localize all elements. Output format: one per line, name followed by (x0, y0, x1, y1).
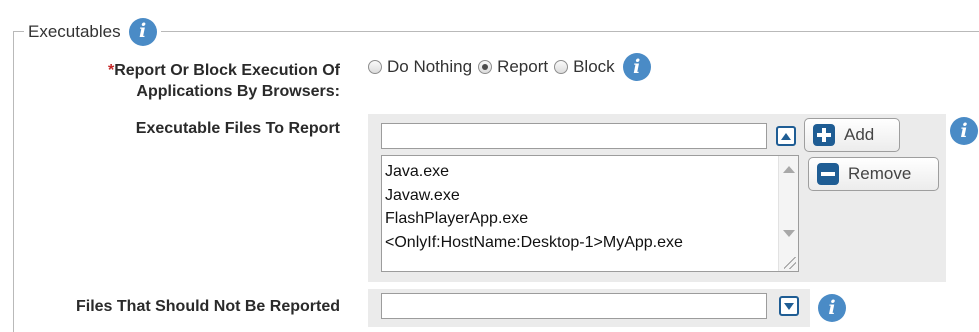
report-or-block-radio-group: Do Nothing Report Block i (368, 53, 651, 81)
remove-button-label: Remove (848, 164, 912, 183)
expand-list-button[interactable] (779, 296, 799, 316)
info-icon[interactable]: i (622, 53, 651, 81)
list-item[interactable]: Java.exe (382, 160, 683, 184)
report-or-block-label: *Report Or Block Execution Of Applicatio… (40, 60, 340, 102)
info-icon[interactable]: i (128, 17, 157, 46)
radio-block-label[interactable]: Block (573, 57, 615, 77)
collapse-list-button[interactable] (776, 126, 796, 146)
list-items: Java.exe Javaw.exe FlashPlayerApp.exe <O… (382, 160, 683, 254)
chevron-up-icon (781, 132, 791, 140)
radio-do-nothing-label[interactable]: Do Nothing (387, 57, 472, 77)
files-not-reported-label: Files That Should Not Be Reported (75, 298, 340, 315)
list-item[interactable]: <OnlyIf:HostName:Desktop-1>MyApp.exe (382, 231, 683, 255)
files-not-reported-input[interactable] (381, 293, 767, 319)
files-to-report-input[interactable] (381, 123, 767, 149)
scroll-down-icon[interactable] (783, 230, 795, 237)
add-button[interactable]: Add (804, 118, 900, 152)
list-item[interactable]: FlashPlayerApp.exe (382, 207, 683, 231)
section-title: Executables (28, 21, 121, 41)
minus-icon (817, 163, 839, 185)
list-item[interactable]: Javaw.exe (382, 184, 683, 208)
scroll-up-icon[interactable] (783, 166, 795, 173)
info-icon[interactable]: i (818, 294, 846, 322)
add-button-label: Add (844, 125, 875, 144)
remove-button[interactable]: Remove (808, 157, 939, 191)
files-to-report-list[interactable]: Java.exe Javaw.exe FlashPlayerApp.exe <O… (381, 155, 799, 272)
resize-grip-icon[interactable] (784, 257, 796, 269)
report-or-block-label-line1: Report Or Block Execution Of (114, 62, 340, 79)
radio-report[interactable] (478, 60, 493, 74)
report-or-block-label-line2: Applications By Browsers: (136, 83, 340, 100)
chevron-down-icon (784, 302, 794, 310)
plus-icon (813, 124, 835, 146)
fieldset-border-left (13, 31, 14, 332)
radio-do-nothing[interactable] (368, 60, 382, 74)
files-to-report-label: Executable Files To Report (135, 120, 340, 137)
section-legend: Executables i (24, 17, 161, 46)
list-scrollbar[interactable] (778, 156, 798, 271)
radio-block[interactable] (554, 60, 569, 74)
info-icon[interactable]: i (950, 117, 978, 145)
radio-report-label[interactable]: Report (497, 57, 548, 77)
